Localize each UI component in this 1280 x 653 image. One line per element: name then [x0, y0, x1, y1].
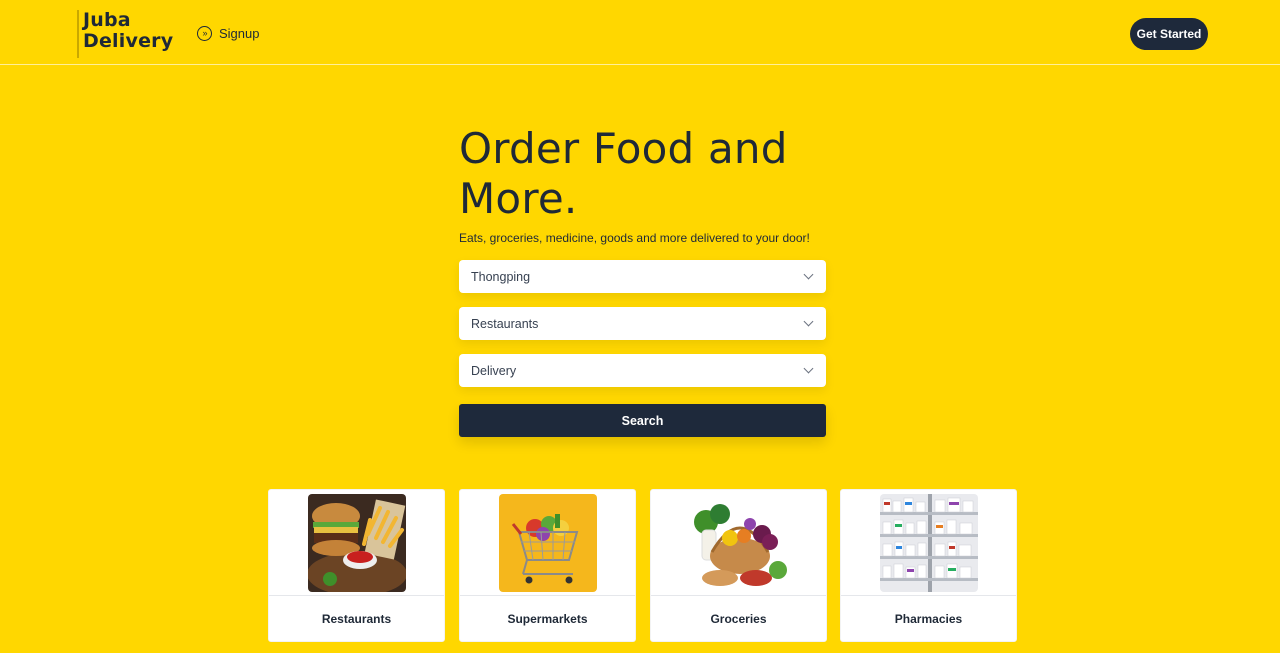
category-select[interactable]: Restaurants	[459, 307, 826, 340]
burger-fries-image	[308, 494, 406, 592]
category-label: Supermarkets	[507, 612, 588, 626]
signup-link[interactable]: » Signup	[197, 26, 259, 41]
location-select[interactable]: Thongping	[459, 260, 826, 293]
category-label: Groceries	[710, 612, 767, 626]
category-label: Restaurants	[321, 612, 392, 626]
shopping-cart-image	[499, 494, 597, 592]
grocery-basket-image	[690, 494, 788, 592]
pharmacy-shelves-image	[880, 494, 978, 592]
get-started-button[interactable]: Get Started	[1130, 18, 1208, 50]
page-title: Order Food and More.	[459, 124, 788, 223]
category-card-restaurants[interactable]: Restaurants	[268, 489, 445, 642]
chevron-down-icon	[803, 363, 814, 374]
delivery-mode-select-value: Delivery	[471, 363, 517, 378]
category-select-value: Restaurants	[471, 316, 539, 331]
card-divider	[269, 595, 444, 596]
card-divider	[651, 595, 826, 596]
page-subtitle: Eats, groceries, medicine, goods and mor…	[459, 231, 810, 245]
signup-label: Signup	[219, 26, 260, 41]
top-nav: Juba Delivery » Signup Get Started	[0, 0, 1280, 65]
logo-line-2: Delivery	[83, 30, 174, 52]
category-card-pharmacies[interactable]: Pharmacies	[840, 489, 1017, 642]
category-card-supermarkets[interactable]: Supermarkets	[459, 489, 636, 642]
chevron-down-icon	[803, 316, 814, 327]
category-label: Pharmacies	[894, 612, 963, 626]
location-select-value: Thongping	[471, 269, 531, 284]
logo[interactable]: Juba Delivery	[77, 10, 173, 58]
double-chevron-right-icon: »	[197, 26, 212, 41]
category-card-groceries[interactable]: Groceries	[650, 489, 827, 642]
chevron-down-icon	[803, 269, 814, 280]
card-divider	[841, 595, 1016, 596]
logo-line-1: Juba	[83, 9, 131, 31]
card-divider	[460, 595, 635, 596]
search-button[interactable]: Search	[459, 404, 826, 437]
delivery-mode-select[interactable]: Delivery	[459, 354, 826, 387]
